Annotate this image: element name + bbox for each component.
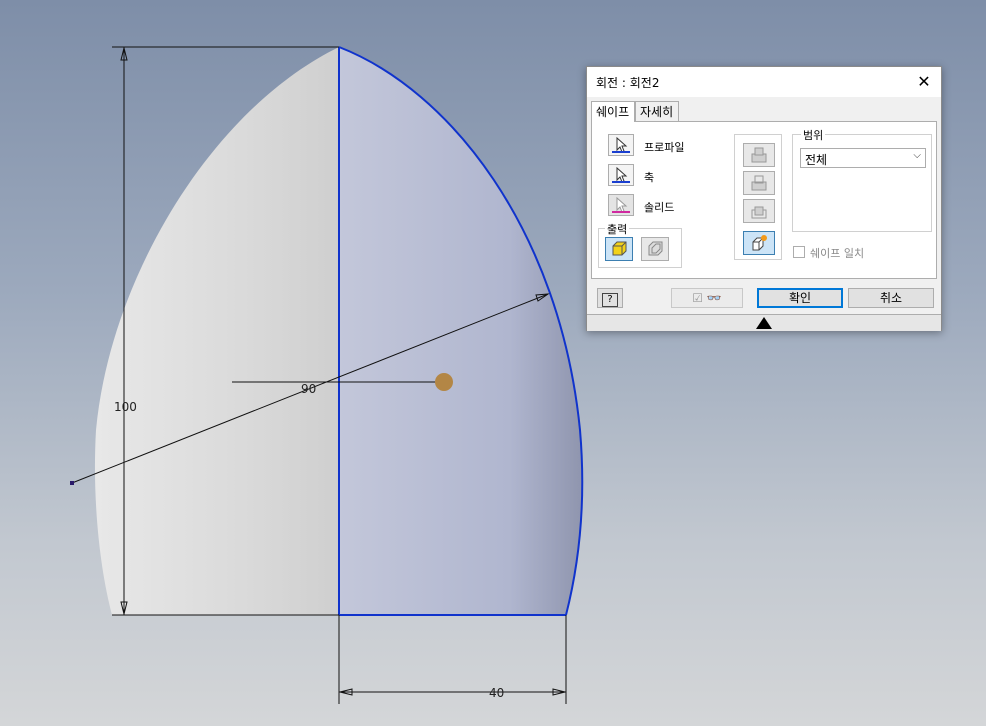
- extents-value: 전체: [805, 153, 828, 167]
- intersect-icon: [751, 206, 767, 219]
- ok-button[interactable]: 확인: [757, 288, 843, 308]
- dialog-titlebar[interactable]: 회전 : 회전2 ✕: [587, 67, 941, 97]
- solid-output-button[interactable]: [605, 237, 633, 261]
- revolved-body-left: [94, 47, 340, 615]
- dialog-title: 회전 : 회전2: [596, 76, 660, 90]
- extents-label: 범위: [801, 127, 826, 143]
- surface-icon: [648, 241, 663, 256]
- join-icon: [751, 147, 767, 163]
- join-button[interactable]: [743, 143, 775, 167]
- cut-button[interactable]: [743, 171, 775, 195]
- operations-group: [734, 134, 782, 260]
- dim-width-value[interactable]: 40: [489, 686, 504, 700]
- match-shape-checkbox[interactable]: [793, 246, 805, 258]
- check-icon: ☑: [692, 291, 703, 305]
- dialog-collapse-bar[interactable]: [587, 314, 941, 331]
- solid-cube-icon: [612, 241, 627, 256]
- profile-select-button[interactable]: [608, 134, 634, 156]
- solid-select-button[interactable]: [608, 194, 634, 216]
- tab-more[interactable]: 자세히: [635, 101, 679, 121]
- expand-triangle-icon[interactable]: [756, 317, 772, 329]
- output-group: 출력: [598, 221, 682, 268]
- output-label: 출력: [605, 221, 630, 237]
- surface-output-button[interactable]: [641, 237, 669, 261]
- dim-angle-endpoint[interactable]: [70, 481, 74, 485]
- help-button[interactable]: ?: [597, 288, 623, 308]
- shape-tab-panel: 프로파일 축 솔리드 출력 범위 전체 ⌵ 쉐이프 일치: [591, 121, 937, 279]
- revolve-dialog: 회전 : 회전2 ✕ 쉐이프 자세히 프로파일 축 솔리드 출력 범위 전체 ⌵…: [586, 66, 942, 331]
- new-solid-icon: [752, 235, 767, 251]
- preview-toggle[interactable]: ☑ 👓: [671, 288, 743, 308]
- revolved-body-right: [339, 47, 583, 615]
- chevron-down-icon: ⌵: [913, 150, 921, 161]
- new-solid-button[interactable]: [743, 231, 775, 255]
- dim-height-value[interactable]: 100: [114, 400, 137, 414]
- close-icon[interactable]: ✕: [913, 71, 935, 93]
- glasses-icon: 👓: [706, 291, 722, 305]
- cut-icon: [751, 175, 767, 191]
- extents-dropdown[interactable]: 전체 ⌵: [800, 148, 926, 168]
- intersect-button[interactable]: [743, 199, 775, 223]
- dim-angle-value[interactable]: 90: [301, 382, 316, 396]
- cancel-button[interactable]: 취소: [848, 288, 934, 308]
- solid-label: 솔리드: [644, 201, 675, 214]
- help-icon: ?: [602, 293, 618, 307]
- match-shape-label: 쉐이프 일치: [810, 247, 865, 260]
- axis-label: 축: [644, 171, 655, 184]
- axis-select-button[interactable]: [608, 164, 634, 186]
- axis-center-point[interactable]: [435, 373, 453, 391]
- profile-label: 프로파일: [644, 141, 685, 154]
- tab-shape[interactable]: 쉐이프: [591, 101, 635, 122]
